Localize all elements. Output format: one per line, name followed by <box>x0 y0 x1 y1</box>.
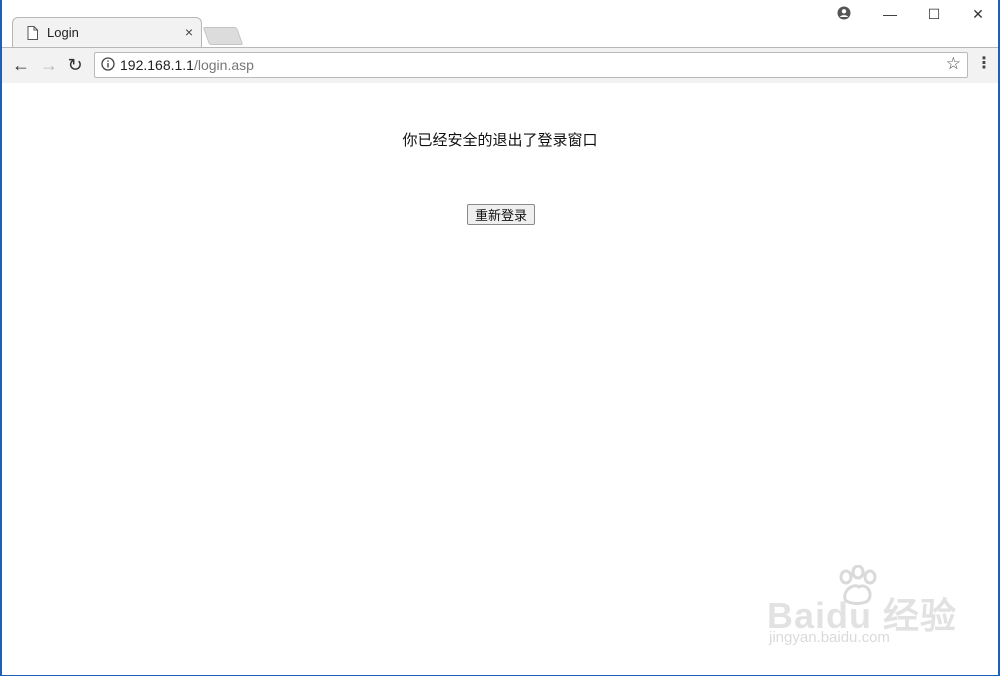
address-bar[interactable]: 192.168.1.1/login.asp ☆ <box>94 52 968 78</box>
tab-login[interactable]: Login × <box>12 17 202 47</box>
new-tab-button[interactable] <box>202 27 244 45</box>
browser-window: Login × — ☐ ✕ ← → ↻ 192.168.1.1/login.as… <box>0 0 1000 676</box>
logout-message: 你已经安全的退出了登录窗口 <box>402 132 598 149</box>
close-tab-icon[interactable]: × <box>185 24 193 40</box>
title-bar: Login × — ☐ ✕ <box>2 0 998 48</box>
browser-menu-icon[interactable]: ⋮ <box>976 55 992 73</box>
close-window-button[interactable]: ✕ <box>968 6 988 23</box>
url-path: /login.asp <box>193 57 254 73</box>
relogin-button[interactable]: 重新登录 <box>467 204 535 225</box>
profile-icon[interactable] <box>834 6 854 23</box>
tab-title: Login <box>47 25 79 40</box>
back-button[interactable]: ← <box>10 55 32 75</box>
page-content: 你已经安全的退出了登录窗口 重新登录 <box>2 83 998 675</box>
forward-button[interactable]: → <box>38 55 60 75</box>
reload-button[interactable]: ↻ <box>64 55 86 75</box>
url-host: 192.168.1.1 <box>120 57 194 73</box>
info-icon[interactable] <box>101 57 115 76</box>
bookmark-star-icon[interactable]: ☆ <box>946 54 961 74</box>
url-text: 192.168.1.1/login.asp <box>120 57 254 73</box>
maximize-button[interactable]: ☐ <box>924 6 944 23</box>
minimize-button[interactable]: — <box>880 6 900 22</box>
page-icon <box>27 26 38 45</box>
browser-toolbar: ← → ↻ 192.168.1.1/login.asp ☆ ⋮ <box>2 47 998 84</box>
